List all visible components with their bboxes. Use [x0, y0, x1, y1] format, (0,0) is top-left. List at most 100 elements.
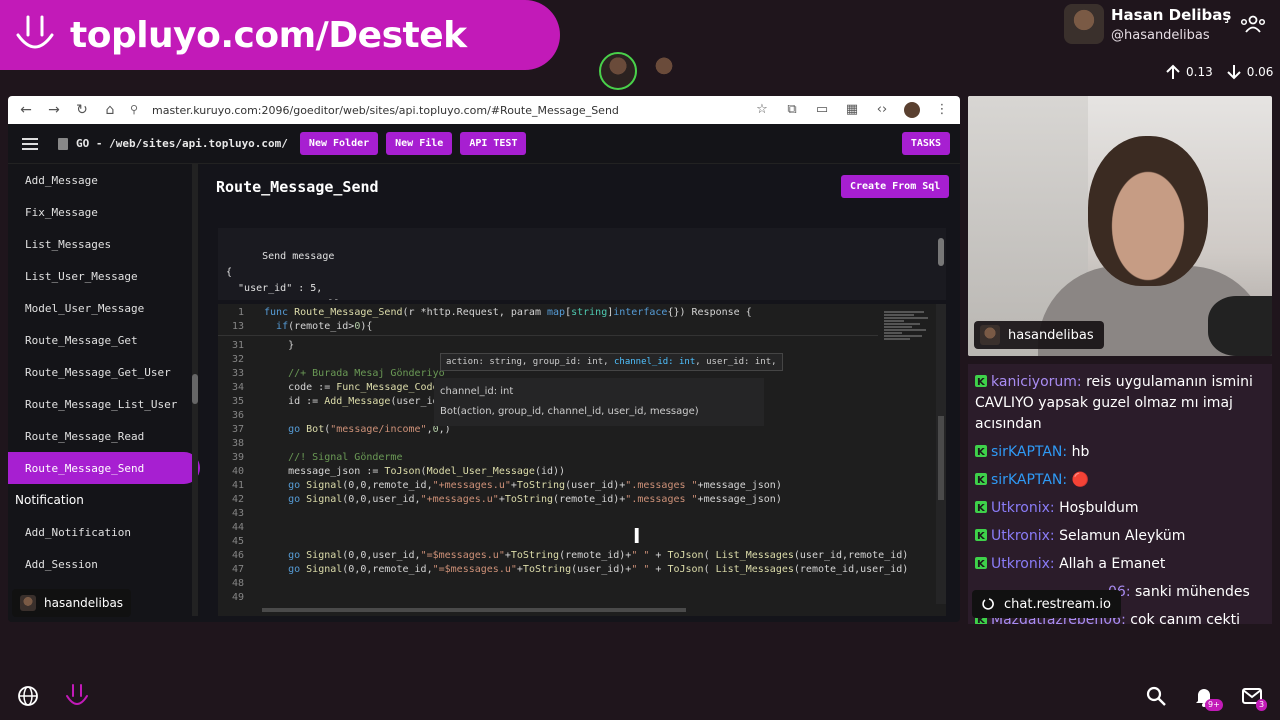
chat-user: Utkronix: — [991, 528, 1055, 544]
sidebar-item[interactable]: Fix_Message — [8, 196, 200, 228]
code-line: 46 go Signal(0,0,user_id,"=$messages.u"+… — [231, 550, 909, 561]
chat-user: Utkronix: — [991, 500, 1055, 516]
code-line: 13 if(remote_id>0){ — [218, 320, 878, 334]
profile-avatar[interactable] — [904, 102, 920, 118]
menu-icon[interactable] — [18, 132, 42, 156]
chat-panel: kaniciyorum: reis uygulamanın ismini CAV… — [968, 364, 1272, 624]
sidebar-item[interactable]: Route_Message_Read — [8, 420, 200, 452]
chat-user: sirKAPTAN: — [991, 472, 1068, 488]
current-path: GO - /web/sites/api.topluyo.com/ — [76, 137, 288, 150]
sidebar-item[interactable]: Route_Message_Get — [8, 324, 200, 356]
streamer-avatar — [1064, 4, 1104, 44]
sidebar-item-active[interactable]: Route_Message_Send — [8, 452, 200, 484]
hint-active-param: channel_id: int — [613, 357, 696, 367]
editor-scrollbar[interactable] — [936, 304, 946, 604]
chat-text: Hoşbuldum — [1054, 500, 1139, 516]
cam-name: hasandelibas — [1008, 327, 1094, 343]
network-stats: 0.13 0.06 — [1164, 62, 1276, 82]
kick-icon — [975, 470, 987, 491]
route-title: Route_Message_Send — [216, 178, 379, 196]
new-folder-button[interactable]: New Folder — [299, 132, 379, 155]
sidebar-item[interactable]: Route_Message_List_User — [8, 388, 200, 420]
parameter-hint: action: string, group_id: int, channel_i… — [440, 353, 783, 371]
support-banner: topluyo.com/Destek — [0, 0, 560, 70]
document-icon — [58, 137, 68, 150]
globe-icon[interactable] — [16, 684, 40, 708]
sidebar-item[interactable]: Add_Message — [8, 164, 200, 196]
chat-text: hb — [1067, 444, 1090, 460]
chat-user: kaniciyorum: — [991, 374, 1082, 390]
description-scrollbar[interactable] — [938, 238, 944, 266]
chat-message: sirKAPTAN: hb — [975, 442, 1265, 463]
chat-message: Utkronix: Selamun Aleyküm — [975, 526, 1265, 547]
sidebar-item[interactable]: Add_Session — [8, 548, 200, 580]
code-line: 43 — [231, 508, 244, 519]
sidebar-item[interactable]: Route_Message_Get_User — [8, 356, 200, 388]
code-line: 44 — [231, 522, 244, 533]
create-from-sql-button[interactable]: Create From Sql — [841, 175, 950, 198]
code-line: 42 go Signal(0,0,user_id,"+messages.u"+T… — [231, 494, 782, 505]
restream-icon — [982, 598, 994, 610]
signature-param: channel_id: int — [440, 386, 514, 397]
back-icon[interactable]: ← — [18, 102, 34, 118]
user-tag-label: hasandelibas — [44, 596, 124, 610]
code-icon[interactable]: ‹› — [874, 102, 890, 118]
chat-message: 06: sanki mühendes — [1108, 582, 1268, 603]
reload-icon[interactable]: ↻ — [74, 102, 90, 118]
sidebar-item[interactable]: List_User_Message — [8, 260, 200, 292]
code-minimap[interactable] — [884, 310, 934, 410]
signature-help: channel_id: int Bot(action, group_id, ch… — [434, 378, 764, 426]
signature-text: Bot(action, group_id, channel_id, user_i… — [440, 406, 699, 417]
sidebar-group[interactable]: Notification — [8, 484, 200, 516]
sidebar-item[interactable]: Add_Notification — [8, 516, 200, 548]
editor-horizontal-scrollbar[interactable] — [262, 608, 686, 612]
api-test-button[interactable]: API TEST — [460, 132, 527, 155]
new-file-button[interactable]: New File — [386, 132, 453, 155]
download-rate: 0.06 — [1246, 65, 1274, 79]
kick-icon — [975, 526, 987, 547]
kick-icon — [975, 372, 987, 393]
arrow-up-icon — [1166, 64, 1180, 79]
browser-actions: ☆ ⧉ ▭ ▦ ‹› ⋮ — [754, 102, 950, 118]
tasks-button[interactable]: TASKS — [901, 132, 950, 155]
code-line: 39 //! Signal Gönderme — [231, 452, 403, 463]
code-line: 48 — [231, 578, 244, 589]
people-icon[interactable] — [1240, 14, 1266, 34]
sidebar-scrollbar[interactable] — [192, 164, 198, 616]
chat-text: Selamun Aleyküm — [1054, 528, 1186, 544]
code-line: 47 go Signal(0,0,remote_id,"=$messages.u… — [231, 564, 909, 575]
sidebar-item[interactable]: List_Messages — [8, 228, 200, 260]
webcam-feed — [968, 96, 1272, 356]
chat-text: Allah a Emanet — [1054, 556, 1166, 572]
chat-user: Utkronix: — [991, 556, 1055, 572]
hint-suffix: , user_id: int, — [695, 357, 777, 367]
kick-icon — [975, 442, 987, 463]
home-icon[interactable]: ⌂ — [102, 102, 118, 118]
forward-icon[interactable]: → — [46, 102, 62, 118]
description-editor[interactable]: Send message { "user_id" : 5, "message" … — [218, 228, 946, 300]
sidebar-item[interactable]: Model_User_Message — [8, 292, 200, 324]
chat-message: kaniciyorum: reis uygulamanın ismini CAV… — [975, 372, 1265, 435]
star-icon[interactable]: ☆ — [754, 102, 770, 118]
file-sidebar: Add_Message Fix_Message List_Messages Li… — [8, 164, 200, 622]
more-icon[interactable]: ⋮ — [934, 102, 950, 118]
editor-toolbar: GO - /web/sites/api.topluyo.com/ New Fol… — [8, 124, 960, 164]
arrow-down-icon — [1227, 65, 1241, 80]
bottom-user-tag: hasandelibas — [12, 589, 132, 617]
kick-icon — [975, 554, 987, 575]
apps-icon[interactable]: ▦ — [844, 102, 860, 118]
cam-avatar — [980, 325, 1000, 345]
viewer-avatar[interactable] — [599, 52, 637, 90]
site-info-icon[interactable]: ⚲ — [130, 103, 144, 117]
viewer-avatar[interactable] — [648, 54, 680, 88]
code-line: 38 — [231, 438, 244, 449]
extensions-icon[interactable]: ⧉ — [784, 102, 800, 118]
search-icon[interactable] — [1144, 684, 1168, 708]
sidebar-icon[interactable]: ▭ — [814, 102, 830, 118]
topluyo-logo-icon[interactable] — [64, 682, 90, 710]
banner-text: topluyo.com/Destek — [70, 14, 467, 56]
chat-text: cok canım cekti — [1125, 612, 1240, 624]
url-field[interactable]: ⚲ master.kuruyo.com:2096/goeditor/web/si… — [130, 103, 742, 117]
chat-source-tag: chat.restream.io — [972, 590, 1121, 618]
code-editor[interactable]: 1 func Route_Message_Send(r *http.Request… — [218, 304, 946, 616]
